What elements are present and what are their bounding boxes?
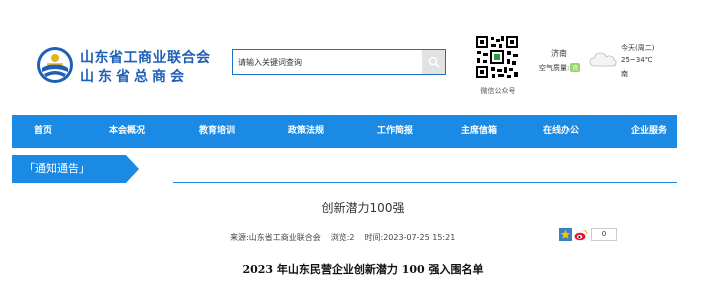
nav-item-mailbox[interactable]: 主席信箱 xyxy=(448,115,510,148)
search-input[interactable] xyxy=(236,52,424,72)
article-meta: 来源:山东省工商业联合会 浏览:2 时间:2023-07-25 15:21 xyxy=(230,232,465,243)
qr-code xyxy=(474,34,520,80)
nav-item-about[interactable]: 本会概况 xyxy=(96,115,158,148)
nav-item-service[interactable]: 企业服务 xyxy=(618,115,680,148)
qr-caption: 微信公众号 xyxy=(480,87,516,95)
weibo-icon xyxy=(574,229,588,240)
air-quality: 空气质量: 良 xyxy=(539,63,581,73)
share-qzone-button[interactable] xyxy=(559,228,572,241)
nav-item-training[interactable]: 教育培训 xyxy=(186,115,248,148)
air-quality-badge: 良 xyxy=(570,63,581,72)
weather-city: 济南 xyxy=(551,49,567,58)
org-name-line2: 山东省总商会 xyxy=(80,69,188,85)
section-title: 「通知通告」 xyxy=(24,162,90,175)
article-heading: 2023 年山东民营企业创新潜力 100 强入围名单 xyxy=(242,263,484,276)
logo-emblem-icon xyxy=(37,47,73,83)
article-time: 时间:2023-07-25 15:21 xyxy=(364,233,456,242)
search-icon xyxy=(428,56,440,68)
air-quality-label: 空气质量: xyxy=(539,64,570,72)
star-icon xyxy=(560,229,571,239)
weather-wind: 南 xyxy=(621,70,628,78)
share-weibo-button[interactable] xyxy=(574,228,588,241)
section-divider xyxy=(173,182,677,183)
search-button[interactable] xyxy=(422,50,445,74)
article-source: 来源:山东省工商业联合会 xyxy=(230,233,321,242)
article-title: 创新潜力100强 xyxy=(321,201,405,215)
weather-day: 今天(周二) xyxy=(621,44,655,52)
share-count: 0 xyxy=(591,228,617,241)
article-views: 浏览:2 xyxy=(330,233,355,242)
nav-item-briefing[interactable]: 工作简报 xyxy=(364,115,426,148)
weather-temperature: 25~34℃ xyxy=(621,56,653,64)
nav-item-policy[interactable]: 政策法规 xyxy=(275,115,337,148)
cloud-icon xyxy=(589,52,617,67)
nav-item-office[interactable]: 在线办公 xyxy=(530,115,592,148)
nav-item-home[interactable]: 首页 xyxy=(18,115,68,148)
org-name-line1: 山东省工商业联合会 xyxy=(80,50,211,66)
